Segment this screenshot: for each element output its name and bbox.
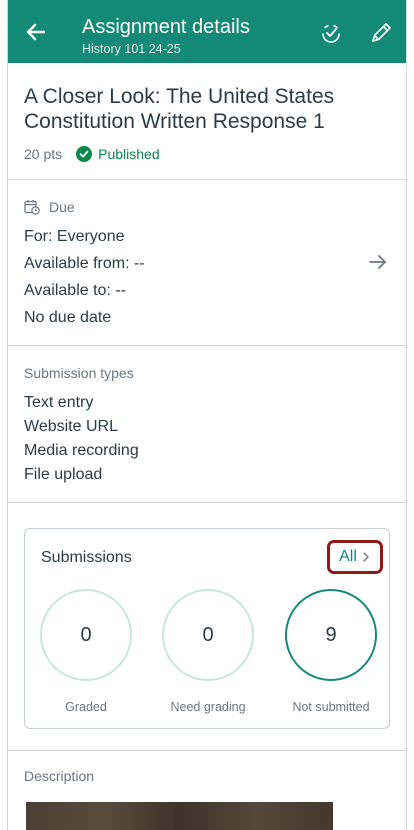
app-frame: Assignment details History 101 24-25 A C… [7, 0, 407, 830]
header-subtitle: History 101 24-25 [82, 42, 181, 56]
not-submitted-count-circle: 9 [285, 589, 377, 681]
submission-type-item: Website URL [24, 418, 118, 435]
graded-count-circle: 0 [40, 589, 132, 681]
not-submitted-label: Not submitted [292, 700, 370, 714]
check-circle-icon [76, 146, 93, 162]
stat-need-grading[interactable]: 0 Need grading [153, 589, 263, 714]
submissions-card: Submissions All 0 Graded 0 Need grading … [24, 528, 390, 729]
assignment-meta: 20 pts Published [24, 144, 160, 164]
need-grading-count-circle: 0 [162, 589, 254, 681]
due-header: Due [24, 199, 75, 215]
due-available-to: Available to: -- [24, 282, 126, 299]
arrow-right-icon [369, 255, 386, 269]
pencil-icon [372, 23, 391, 42]
calendar-clock-icon [24, 200, 40, 215]
header-bar: Assignment details History 101 24-25 [8, 0, 406, 63]
back-button[interactable] [22, 18, 50, 46]
submission-type-item: File upload [24, 466, 103, 483]
due-label: Due [49, 199, 75, 215]
arrow-left-icon [26, 23, 46, 41]
assignment-title: A Closer Look: The United States Constit… [24, 85, 335, 133]
chevron-right-icon [363, 552, 369, 562]
submission-type-item: Media recording [24, 442, 139, 459]
due-date: No due date [24, 309, 112, 326]
all-label: All [339, 548, 357, 565]
divider [8, 345, 406, 346]
due-available-from: Available from: -- [24, 255, 145, 272]
header-title: Assignment details [82, 16, 250, 38]
due-details-button[interactable] [368, 252, 388, 272]
all-submissions-button[interactable]: All [327, 540, 383, 574]
publish-check-icon [322, 25, 340, 43]
graded-label: Graded [65, 700, 107, 714]
stat-not-submitted[interactable]: 9 Not submitted [276, 589, 386, 714]
due-for: For: Everyone [24, 228, 125, 245]
status-badge: Published [98, 146, 160, 162]
description-image [26, 802, 333, 830]
description-label: Description [24, 768, 95, 784]
stat-graded[interactable]: 0 Graded [31, 589, 141, 714]
divider [8, 502, 406, 503]
need-grading-label: Need grading [170, 700, 246, 714]
submission-type-item: Text entry [24, 394, 94, 411]
divider [8, 179, 406, 180]
publish-button[interactable] [319, 21, 343, 45]
submission-types-label: Submission types [24, 365, 134, 381]
submissions-title: Submissions [41, 549, 132, 566]
divider [8, 750, 406, 751]
points-value: 20 pts [24, 146, 63, 162]
edit-button[interactable] [370, 20, 394, 44]
